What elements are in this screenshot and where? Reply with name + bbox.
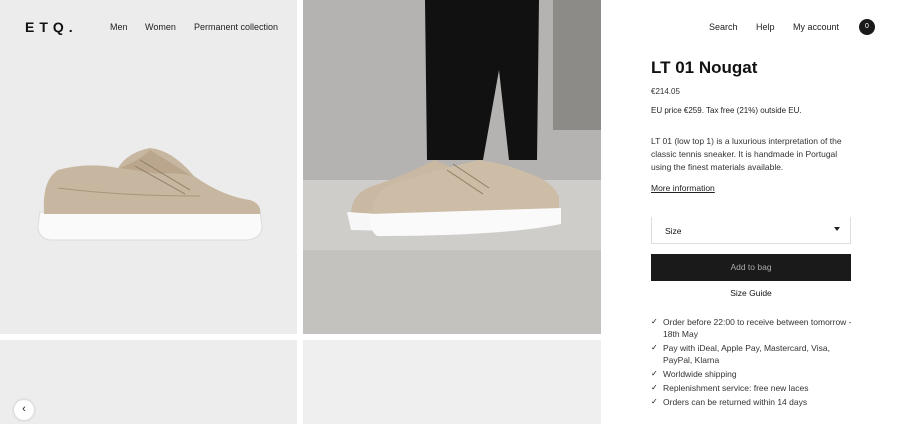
- feature-text: Replenishment service: free new laces: [663, 383, 809, 393]
- eu-price-note: EU price €259. Tax free (21%) outside EU…: [651, 106, 802, 115]
- product-page: ETQ. Men Women Permanent collection Sear…: [0, 0, 900, 424]
- chevron-left-icon[interactable]: ‹: [14, 400, 34, 420]
- feature-text: Worldwide shipping: [663, 369, 737, 379]
- product-description: LT 01 (low top 1) is a luxurious interpr…: [651, 136, 842, 172]
- feature-list: ✓ Order before 22:00 to receive between t…: [651, 316, 861, 410]
- chevron-down-icon: [834, 227, 840, 231]
- add-to-bag-button[interactable]: Add to bag: [651, 254, 851, 281]
- sneaker-side-illustration: [37, 148, 263, 241]
- feature-item: ✓ Worldwide shipping: [651, 368, 861, 380]
- check-icon: ✓: [651, 343, 658, 352]
- sneaker-worn-illustration: [303, 0, 601, 334]
- feature-text: Pay with iDeal, Apple Pay, Mastercard, V…: [663, 343, 830, 365]
- check-icon: ✓: [651, 317, 658, 326]
- etq-logo[interactable]: ETQ.: [25, 19, 78, 35]
- check-icon: ✓: [651, 369, 658, 378]
- feature-text: Orders can be returned within 14 days: [663, 397, 808, 407]
- help-link[interactable]: Help: [756, 22, 775, 32]
- product-image-3[interactable]: [0, 340, 297, 424]
- product-image-worn[interactable]: [303, 0, 601, 334]
- size-select[interactable]: Size: [651, 217, 851, 244]
- product-title: LT 01 Nougat: [651, 58, 758, 77]
- nav-women[interactable]: Women: [145, 22, 176, 32]
- product-price: €214.05: [651, 87, 680, 96]
- my-account-link[interactable]: My account: [793, 22, 839, 32]
- more-information-link[interactable]: More information: [651, 183, 715, 193]
- check-icon: ✓: [651, 397, 658, 406]
- check-icon: ✓: [651, 383, 658, 392]
- feature-item: ✓ Orders can be returned within 14 days: [651, 396, 861, 408]
- feature-item: ✓ Replenishment service: free new laces: [651, 382, 861, 394]
- feature-item: ✓ Pay with iDeal, Apple Pay, Mastercard, …: [651, 342, 861, 366]
- nav-men[interactable]: Men: [110, 22, 128, 32]
- feature-text: Order before 22:00 to receive between to…: [663, 317, 852, 339]
- nav-permanent-collection[interactable]: Permanent collection: [194, 22, 278, 32]
- feature-item: ✓ Order before 22:00 to receive between t…: [651, 316, 861, 340]
- product-image-4[interactable]: [303, 340, 601, 424]
- cart-count-badge[interactable]: 0: [859, 19, 875, 35]
- size-guide-link[interactable]: Size Guide: [651, 288, 851, 298]
- size-select-label: Size: [665, 226, 682, 236]
- search-link[interactable]: Search: [709, 22, 738, 32]
- product-image-side[interactable]: [0, 0, 297, 334]
